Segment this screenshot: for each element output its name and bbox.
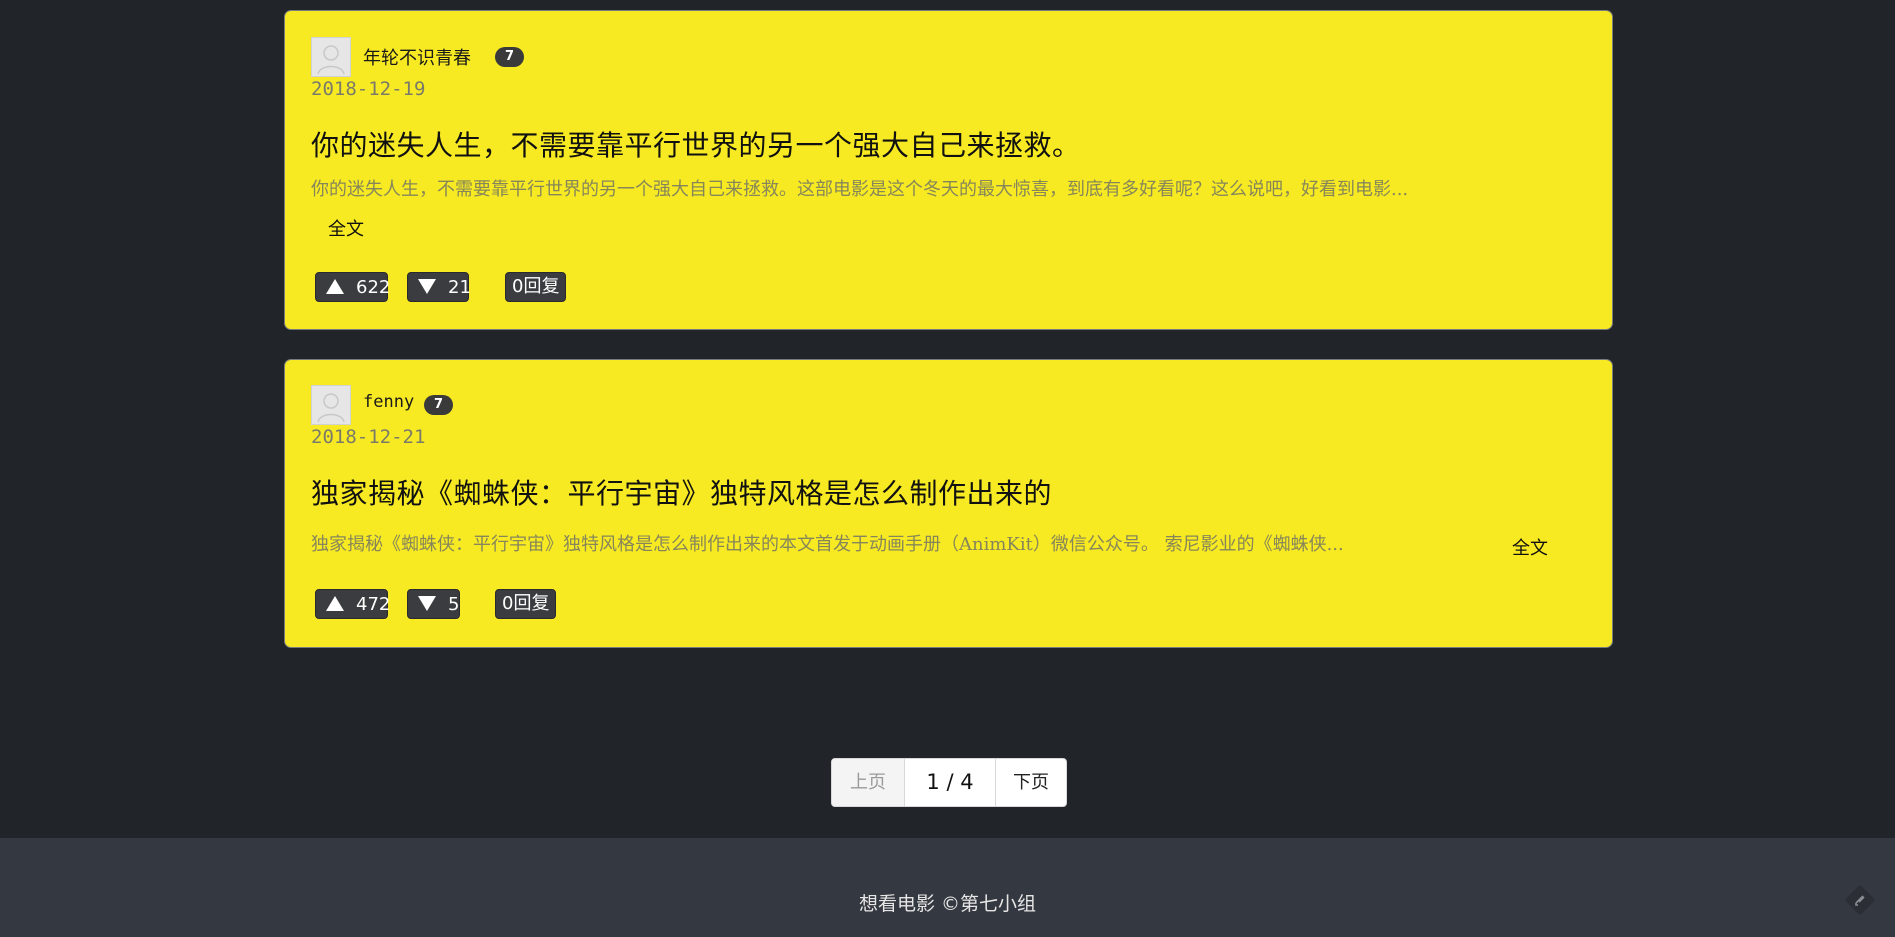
edit-float-icon[interactable] [1845, 885, 1875, 915]
upvote-count: 472 [356, 594, 391, 615]
reply-button[interactable]: 0回复 [495, 589, 557, 619]
upvote-icon [326, 595, 344, 611]
next-page-button[interactable]: 下页 [996, 759, 1066, 806]
avatar[interactable] [311, 37, 351, 77]
review-date: 2018-12-21 [311, 426, 426, 448]
page: 年轮不识青春 7 2018-12-19 你的迷失人生，不需要靠平行世界的另一个强… [0, 0, 1895, 937]
upvote-icon [326, 278, 344, 294]
page-indicator: 1 / 4 [905, 759, 996, 806]
review-title[interactable]: 独家揭秘《蜘蛛侠：平行宇宙》独特风格是怎么制作出来的 [311, 472, 1052, 512]
pagination: 上页 1 / 4 下页 [831, 758, 1067, 807]
upvote-button[interactable]: 472 [315, 589, 391, 619]
level-badge: 7 [495, 47, 525, 67]
review-title[interactable]: 你的迷失人生，不需要靠平行世界的另一个强大自己来拯救。 [311, 124, 1081, 164]
review-date: 2018-12-19 [311, 78, 426, 100]
fulltext-link[interactable]: 全文 [1512, 534, 1548, 560]
review-excerpt: 你的迷失人生，不需要靠平行世界的另一个强大自己来拯救。这部电影是这个冬天的最大惊… [311, 179, 1409, 200]
downvote-icon [418, 595, 436, 611]
review-card: fenny 7 2018-12-21 独家揭秘《蜘蛛侠：平行宇宙》独特风格是怎么… [285, 360, 1612, 647]
upvote-count: 622 [356, 277, 391, 298]
user-placeholder-icon [317, 393, 345, 423]
downvote-count: 5 [448, 594, 460, 615]
prev-page-button[interactable]: 上页 [832, 759, 905, 806]
review-excerpt: 独家揭秘《蜘蛛侠：平行宇宙》独特风格是怎么制作出来的本文首发于动画手册（Anim… [311, 534, 1344, 555]
downvote-button[interactable]: 5 [407, 589, 460, 619]
review-card: 年轮不识青春 7 2018-12-19 你的迷失人生，不需要靠平行世界的另一个强… [285, 11, 1612, 329]
reply-button[interactable]: 0回复 [505, 272, 567, 302]
level-badge: 7 [424, 395, 454, 415]
downvote-icon [418, 278, 436, 294]
username[interactable]: 年轮不识青春 [363, 44, 471, 70]
footer [0, 838, 1895, 937]
username[interactable]: fenny [363, 392, 414, 412]
footer-text: 想看电影 ©第七小组 [858, 893, 1037, 915]
avatar[interactable] [311, 385, 351, 425]
user-placeholder-icon [317, 45, 345, 75]
upvote-button[interactable]: 622 [315, 272, 391, 302]
downvote-button[interactable]: 21 [407, 272, 471, 302]
fulltext-link[interactable]: 全文 [328, 215, 364, 241]
downvote-count: 21 [448, 277, 471, 298]
